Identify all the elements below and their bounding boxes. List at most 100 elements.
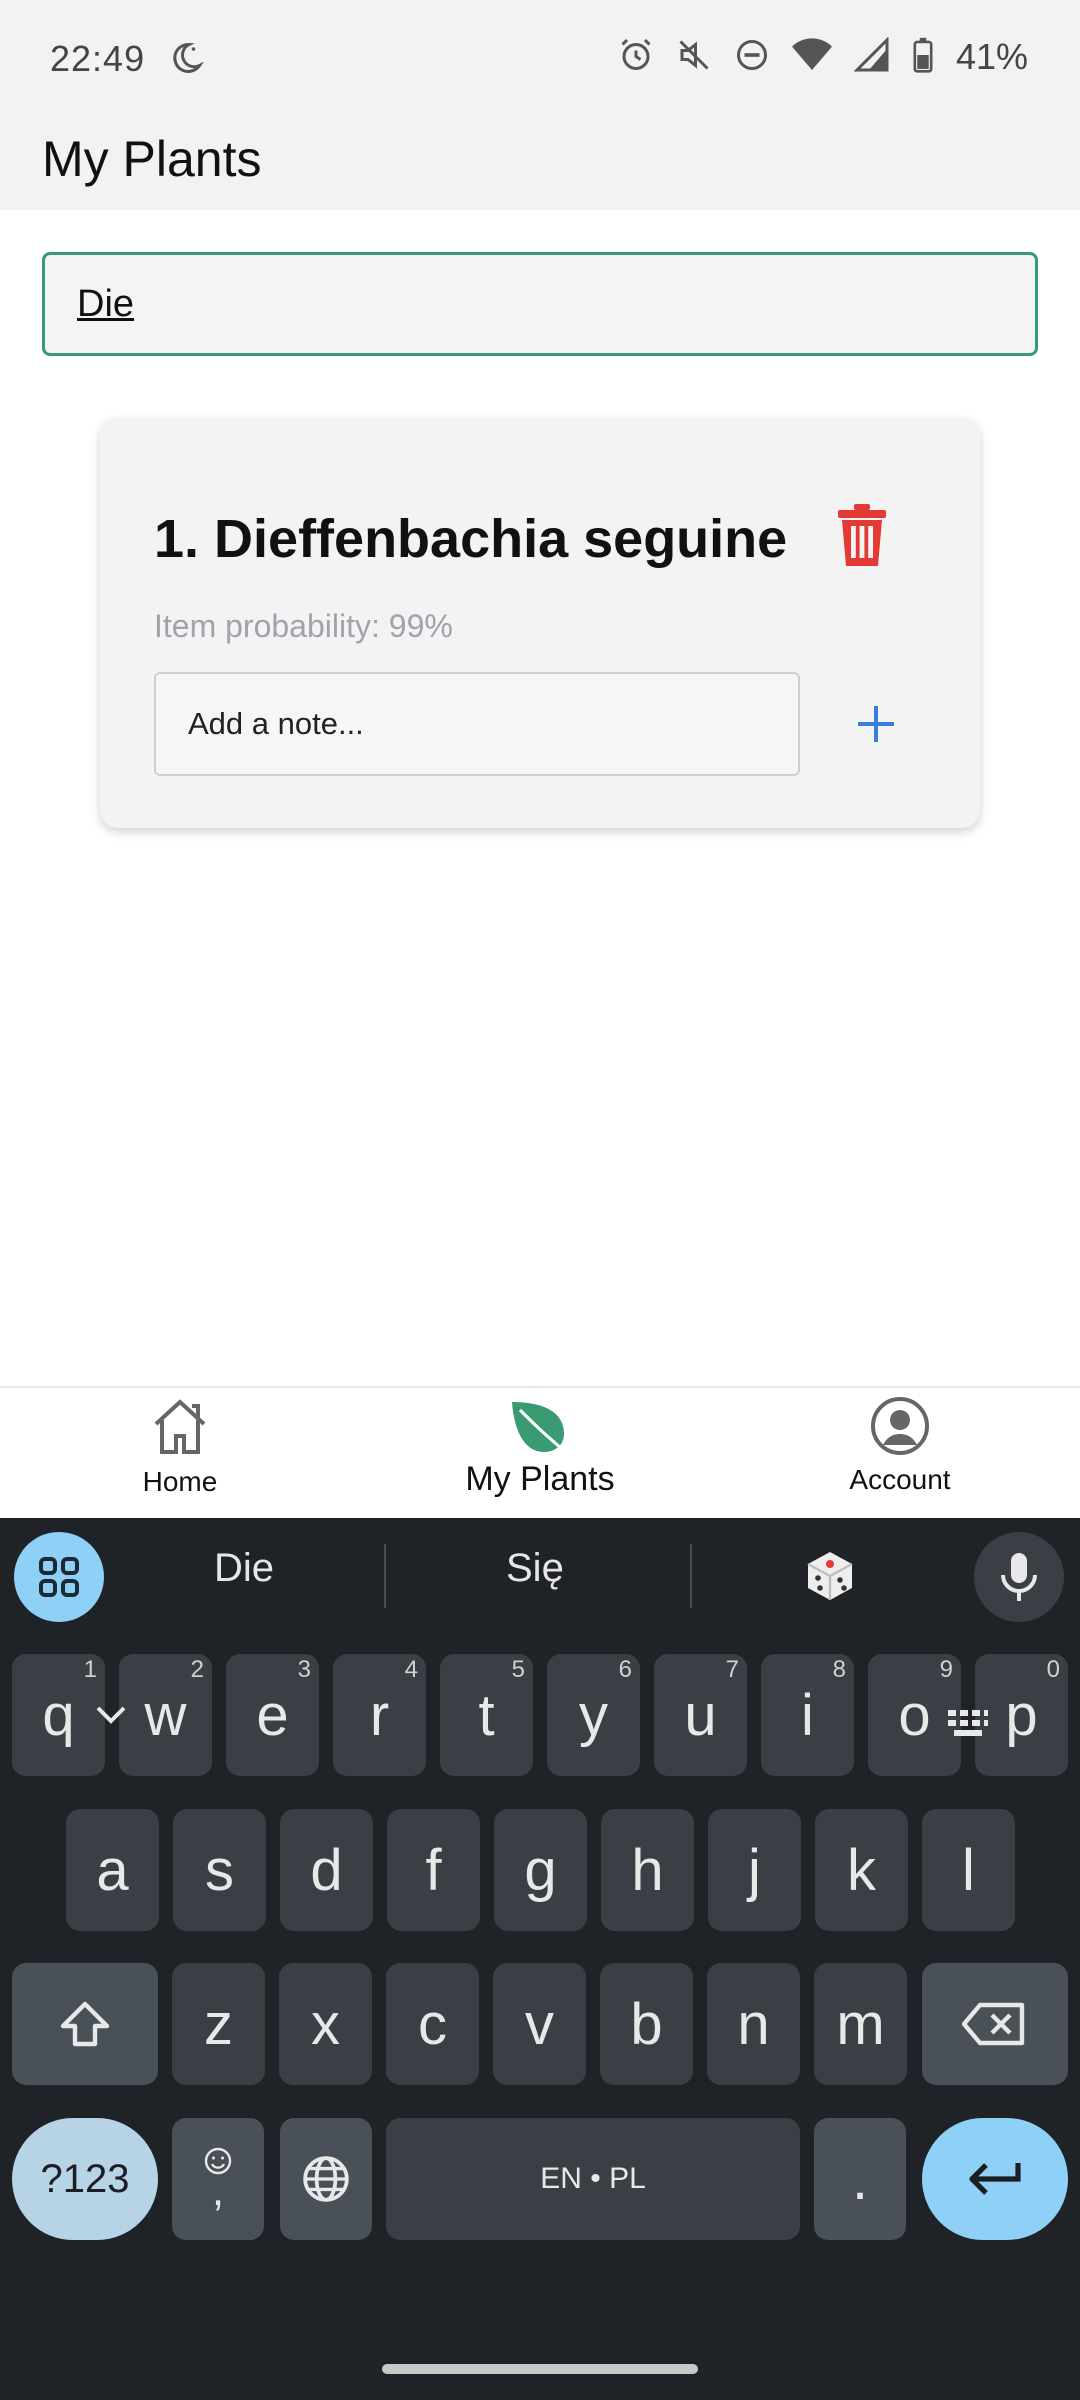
note-input[interactable] (154, 672, 800, 776)
key-r[interactable]: r4 (333, 1654, 426, 1776)
shift-icon (60, 2001, 110, 2047)
key-label: q (42, 1682, 75, 1748)
key-g[interactable]: g (494, 1809, 587, 1931)
backspace-key[interactable] (922, 1963, 1068, 2085)
space-key[interactable]: EN • PL (386, 2118, 800, 2240)
key-v[interactable]: v (493, 1963, 586, 2085)
key-hint: 2 (190, 1656, 204, 1683)
key-hint: 8 (832, 1656, 846, 1683)
key-hint: 4 (404, 1656, 418, 1683)
key-f[interactable]: f (387, 1809, 480, 1931)
dice-icon[interactable] (802, 1548, 858, 1609)
search-box[interactable] (42, 252, 1038, 356)
nav-label-my-plants: My Plants (465, 1460, 615, 1498)
battery-percent: 41% (955, 36, 1028, 77)
key-label: w (144, 1682, 187, 1748)
symbols-key[interactable]: ?123 (12, 2118, 158, 2240)
dnd-icon (734, 37, 770, 78)
emoji-comma-key[interactable]: , (172, 2118, 264, 2240)
search-input[interactable] (77, 255, 977, 353)
key-y[interactable]: y6 (547, 1654, 640, 1776)
nav-item-home[interactable]: Home (104, 1388, 256, 1520)
item-probability: Item probability: 99% (154, 608, 453, 644)
key-label: o (898, 1682, 931, 1748)
signal-icon (853, 35, 890, 78)
key-hint: 0 (1046, 1656, 1060, 1683)
alarm-icon (618, 37, 654, 78)
trash-icon (838, 504, 886, 566)
key-hint: 6 (618, 1656, 632, 1683)
key-label: i (801, 1682, 814, 1748)
suggestion-1[interactable]: Die (214, 1546, 274, 1591)
suggestion-divider (384, 1544, 386, 1608)
app-bar: My Plants (0, 116, 1080, 210)
period-key[interactable]: . (814, 2118, 906, 2240)
delete-button[interactable] (832, 502, 892, 573)
nav-item-account[interactable]: Account (824, 1388, 976, 1520)
key-label: e (256, 1682, 289, 1748)
collapse-keyboard-icon[interactable] (94, 1704, 128, 1731)
key-d[interactable]: d (280, 1809, 373, 1931)
key-i[interactable]: i8 (761, 1654, 854, 1776)
grid-icon (39, 1557, 79, 1597)
key-k[interactable]: k (815, 1809, 908, 1931)
plant-card: 1. Dieffenbachia seguine Item probabilit… (100, 418, 980, 828)
status-icons: 41% (618, 35, 1028, 78)
nav-label-home: Home (142, 1466, 218, 1497)
key-j[interactable]: j (708, 1809, 801, 1931)
nav-item-my-plants[interactable]: My Plants (440, 1388, 640, 1520)
mic-icon (1001, 1553, 1037, 1601)
keyboard-switch-icon[interactable] (946, 1708, 990, 1743)
moon-icon (168, 40, 204, 81)
keyboard-apps-button[interactable] (14, 1532, 104, 1622)
battery-icon (912, 37, 934, 78)
key-m[interactable]: m (814, 1963, 907, 2085)
key-t[interactable]: t5 (440, 1654, 533, 1776)
key-l[interactable]: l (922, 1809, 1015, 1931)
key-label: u (684, 1682, 717, 1748)
enter-icon (969, 2163, 1021, 2195)
nav-label-account: Account (849, 1464, 951, 1495)
key-x[interactable]: x (279, 1963, 372, 2085)
mute-icon (676, 37, 712, 78)
key-w[interactable]: w2 (119, 1654, 212, 1776)
key-h[interactable]: h (601, 1809, 694, 1931)
key-hint: 3 (297, 1656, 311, 1683)
key-hint: 1 (83, 1656, 97, 1683)
suggestion-2[interactable]: Się (506, 1546, 564, 1591)
key-n[interactable]: n (707, 1963, 800, 2085)
key-hint: 7 (725, 1656, 739, 1683)
key-b[interactable]: b (600, 1963, 693, 2085)
key-s[interactable]: s (173, 1809, 266, 1931)
home-indicator[interactable] (382, 2364, 698, 2374)
leaf-icon (512, 1402, 570, 1456)
page-title: My Plants (42, 131, 262, 187)
key-z[interactable]: z (172, 1963, 265, 2085)
key-label: p (1005, 1682, 1038, 1748)
key-hint: 9 (939, 1656, 953, 1683)
comma-label: , (211, 2166, 225, 2215)
key-e[interactable]: e3 (226, 1654, 319, 1776)
key-u[interactable]: u7 (654, 1654, 747, 1776)
bottom-nav: Home My Plants Account (0, 1386, 1080, 1518)
key-c[interactable]: c (386, 1963, 479, 2085)
suggestion-divider (690, 1544, 692, 1608)
voice-input-button[interactable] (974, 1532, 1064, 1622)
add-note-button[interactable] (848, 696, 904, 752)
key-a[interactable]: a (66, 1809, 159, 1931)
plus-icon (858, 706, 894, 742)
key-label: y (579, 1682, 608, 1748)
language-key[interactable] (280, 2118, 372, 2240)
home-icon (154, 1399, 206, 1454)
backspace-icon (962, 2002, 1025, 2046)
status-bar: 22:49 41% (0, 0, 1080, 116)
account-icon (871, 1397, 929, 1455)
enter-key[interactable] (922, 2118, 1068, 2240)
key-q[interactable]: q1 (12, 1654, 105, 1776)
keyboard: Die Się q1w2e3r4t5y6u7i8o9p0 asdfghjkl z… (0, 1518, 1080, 2400)
shift-key[interactable] (12, 1963, 158, 2085)
wifi-icon (791, 37, 832, 78)
status-time: 22:49 (50, 38, 146, 79)
key-hint: 5 (511, 1656, 525, 1683)
plant-name: 1. Dieffenbachia seguine (154, 509, 788, 569)
